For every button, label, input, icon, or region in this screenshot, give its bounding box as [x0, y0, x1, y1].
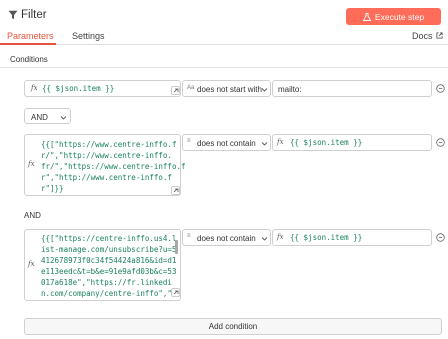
tab-parameters[interactable]: Parameters: [7, 31, 54, 41]
chevron-down-icon: [261, 237, 268, 241]
tab-bar: Parameters Settings Docs: [0, 30, 448, 45]
chevron-down-icon: [261, 142, 268, 146]
scrollbar[interactable]: [175, 240, 178, 254]
condition-3-left-field[interactable]: fx {{["https://centre-inffo.us4.l ist-ma…: [24, 229, 181, 301]
condition-1-operator-select[interactable]: Aa does not start with: [182, 80, 271, 97]
condition-2-left-field[interactable]: fx {{["https://www.centre-inffo.f r/","h…: [24, 134, 186, 196]
condition-2-left-value: {{["https://www.centre-inffo.f r/","http…: [41, 140, 186, 193]
text-type-icon: Aa: [187, 85, 195, 91]
active-tab-indicator: [0, 43, 56, 45]
condition-3-operator: does not contain: [197, 234, 256, 243]
external-link-icon[interactable]: [436, 32, 443, 39]
remove-condition-icon[interactable]: [436, 233, 445, 242]
condition-3-left-value: {{["https://centre-inffo.us4.l ist-manag…: [41, 234, 176, 298]
condition-1-operator: does not start with: [197, 85, 262, 94]
mapping-icon[interactable]: [171, 186, 180, 195]
chevron-down-icon: [60, 115, 67, 120]
divider: [0, 67, 448, 68]
fx-icon: fx: [28, 160, 35, 168]
fx-icon: fx: [31, 84, 38, 92]
condition-2-right-field[interactable]: fx {{ $json.item }}: [272, 134, 432, 151]
condition-2-operator-select[interactable]: ≡ does not contain: [182, 134, 271, 151]
condition-3-operator-select[interactable]: ≡ does not contain: [182, 229, 271, 246]
add-condition-label: Add condition: [208, 322, 258, 331]
condition-1-right-field[interactable]: mailto:: [272, 80, 432, 97]
condition-2-right-value: {{ $json.item }}: [290, 138, 363, 147]
condition-2-operator: does not contain: [197, 139, 256, 148]
fx-icon: fx: [277, 138, 284, 146]
combinator-select[interactable]: AND: [24, 108, 71, 124]
condition-1-left-value: {{ $json.item }}: [42, 84, 115, 93]
and-separator-label: AND: [24, 211, 41, 220]
node-header: Filter Execute step: [0, 0, 448, 30]
mapping-icon[interactable]: [171, 288, 180, 297]
filter-icon: [8, 10, 18, 20]
condition-3-right-value: {{ $json.item }}: [290, 233, 363, 242]
chevron-down-icon: [261, 88, 268, 92]
conditions-heading: Conditions: [10, 55, 48, 64]
tab-settings[interactable]: Settings: [72, 31, 105, 41]
fx-icon: fx: [277, 233, 284, 241]
condition-1-left-field[interactable]: fx {{ $json.item }}: [24, 80, 181, 97]
remove-condition-icon[interactable]: [436, 84, 445, 93]
add-condition-button[interactable]: Add condition: [24, 318, 442, 335]
execute-step-label: Execute step: [374, 11, 425, 22]
docs-link[interactable]: Docs: [412, 31, 433, 41]
mapping-icon[interactable]: [171, 86, 180, 95]
fx-icon: fx: [28, 260, 35, 268]
array-type-icon: ≡: [187, 233, 191, 239]
condition-1-right-value: mailto:: [278, 85, 302, 94]
flask-icon: [362, 12, 371, 21]
array-type-icon: ≡: [187, 138, 191, 144]
execute-step-button[interactable]: Execute step: [346, 8, 441, 25]
condition-3-right-field[interactable]: fx {{ $json.item }}: [272, 229, 432, 246]
combinator-value: AND: [31, 112, 48, 122]
remove-condition-icon[interactable]: [436, 138, 445, 147]
node-title: Filter: [21, 9, 47, 21]
